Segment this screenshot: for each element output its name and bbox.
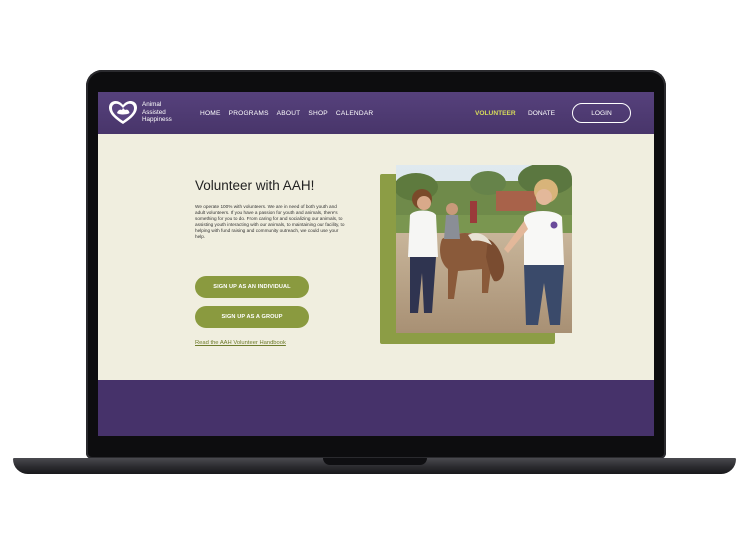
nav-home[interactable]: HOME <box>200 110 221 117</box>
site-footer <box>98 380 654 436</box>
nav-donate[interactable]: DONATE <box>528 110 555 117</box>
nav-about[interactable]: ABOUT <box>277 110 301 117</box>
logo-line-2: Assisted <box>142 108 166 116</box>
volunteer-handbook-link[interactable]: Read the AAH Volunteer Handbook <box>195 340 286 346</box>
logo-line-3: Happiness <box>142 116 172 123</box>
login-button[interactable]: LOGIN <box>572 103 631 123</box>
logo-wordmark[interactable]: Animal Assisted Happiness <box>142 101 172 124</box>
nav-programs[interactable]: PROGRAMS <box>229 110 269 117</box>
nav-calendar[interactable]: CALENDAR <box>336 110 374 117</box>
heart-logo-icon[interactable] <box>108 100 138 126</box>
volunteer-photo <box>396 165 572 333</box>
nav-volunteer[interactable]: VOLUNTEER <box>475 110 516 117</box>
signup-individual-button[interactable]: SIGN UP AS AN INDIVIDUAL <box>195 276 309 298</box>
site-header: Animal Assisted Happiness HOME PROGRAMS … <box>98 92 654 134</box>
page-title: Volunteer with AAH! <box>195 178 315 193</box>
main-nav: HOME PROGRAMS ABOUT SHOP CALENDAR <box>200 110 373 117</box>
laptop-notch <box>323 458 427 465</box>
website-screen: Animal Assisted Happiness HOME PROGRAMS … <box>98 92 654 436</box>
nav-shop[interactable]: SHOP <box>308 110 328 117</box>
logo-line-1: Animal <box>142 101 162 108</box>
intro-paragraph: We operate 100% with volunteers. We are … <box>195 204 345 240</box>
signup-group-button[interactable]: SIGN UP AS A GROUP <box>195 306 309 328</box>
